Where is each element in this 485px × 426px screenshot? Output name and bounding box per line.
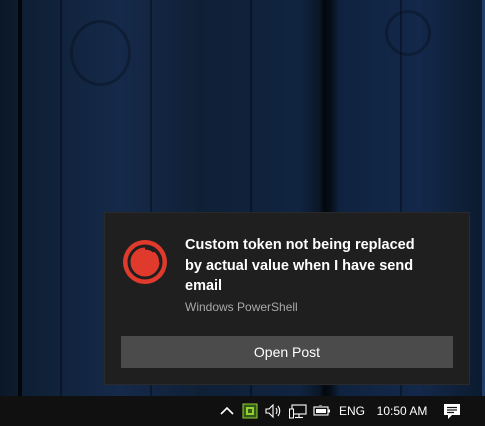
wallpaper-knot (385, 10, 431, 56)
open-post-button[interactable]: Open Post (121, 336, 453, 368)
battery-icon[interactable] (313, 396, 331, 426)
volume-icon[interactable] (265, 396, 283, 426)
notification-title: Custom token not being replaced by actua… (185, 237, 415, 294)
wallpaper-plank-line (60, 0, 62, 396)
toast-notification[interactable]: Custom token not being replaced by actua… (105, 213, 469, 384)
chevron-up-icon[interactable] (219, 396, 235, 426)
clock[interactable]: 10:50 AM (373, 396, 431, 426)
language-indicator[interactable]: ENG (337, 396, 367, 426)
action-center-icon[interactable] (440, 396, 464, 426)
app-tray-icon[interactable] (241, 396, 259, 426)
taskbar: ENG 10:50 AM (0, 396, 485, 426)
notification-source: Windows PowerShell (185, 300, 298, 314)
wallpaper-knot (70, 20, 131, 86)
sitecore-logo-icon (122, 239, 168, 285)
network-icon[interactable] (289, 396, 307, 426)
